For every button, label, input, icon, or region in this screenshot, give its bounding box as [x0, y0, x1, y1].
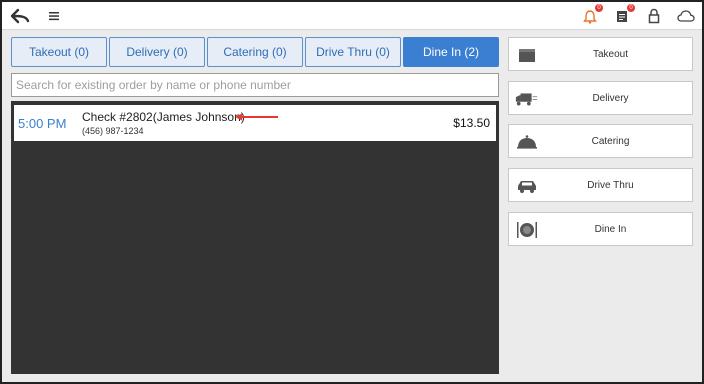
tab-catering[interactable]: Catering (0)	[207, 37, 303, 67]
tab-takeout[interactable]: Takeout (0)	[11, 37, 107, 67]
tab-delivery[interactable]: Delivery (0)	[109, 37, 205, 67]
order-title: Check #2802(James Johnson)	[82, 110, 245, 124]
catering-button[interactable]: Catering	[508, 124, 693, 158]
bell-icon[interactable]: 0	[580, 4, 603, 26]
plate-icon	[515, 219, 539, 241]
drive-thru-button[interactable]: Drive Thru	[508, 168, 693, 202]
lock-icon[interactable]	[644, 6, 664, 26]
order-row[interactable]: 5:00 PM Check #2802(James Johnson) (456)…	[14, 105, 496, 141]
bag-icon	[515, 44, 539, 66]
order-time: 5:00 PM	[18, 116, 67, 131]
order-type-tabs: Takeout (0) Delivery (0) Catering (0) Dr…	[11, 37, 499, 67]
cloche-icon	[515, 131, 539, 153]
tab-drive-thru[interactable]: Drive Thru (0)	[305, 37, 401, 67]
top-bar: 0 0	[2, 2, 702, 30]
dine-in-button[interactable]: Dine In	[508, 212, 693, 246]
order-phone: (456) 987-1234	[82, 126, 144, 136]
tab-dine-in[interactable]: Dine In (2)	[403, 37, 499, 67]
back-arrow-icon[interactable]	[10, 6, 30, 26]
search-input[interactable]	[11, 73, 499, 97]
annotation-arrow-icon	[235, 113, 278, 121]
orders-icon[interactable]: 0	[612, 4, 635, 26]
delivery-button[interactable]: Delivery	[508, 81, 693, 115]
truck-icon	[515, 88, 539, 110]
order-amount: $13.50	[453, 116, 490, 130]
menu-icon[interactable]	[44, 6, 64, 26]
takeout-button[interactable]: Takeout	[508, 37, 693, 71]
order-list: 5:00 PM Check #2802(James Johnson) (456)…	[11, 101, 499, 374]
orders-badge: 0	[627, 4, 635, 12]
cloud-icon[interactable]	[676, 6, 696, 26]
bell-badge: 0	[595, 4, 603, 12]
car-icon	[515, 175, 539, 197]
